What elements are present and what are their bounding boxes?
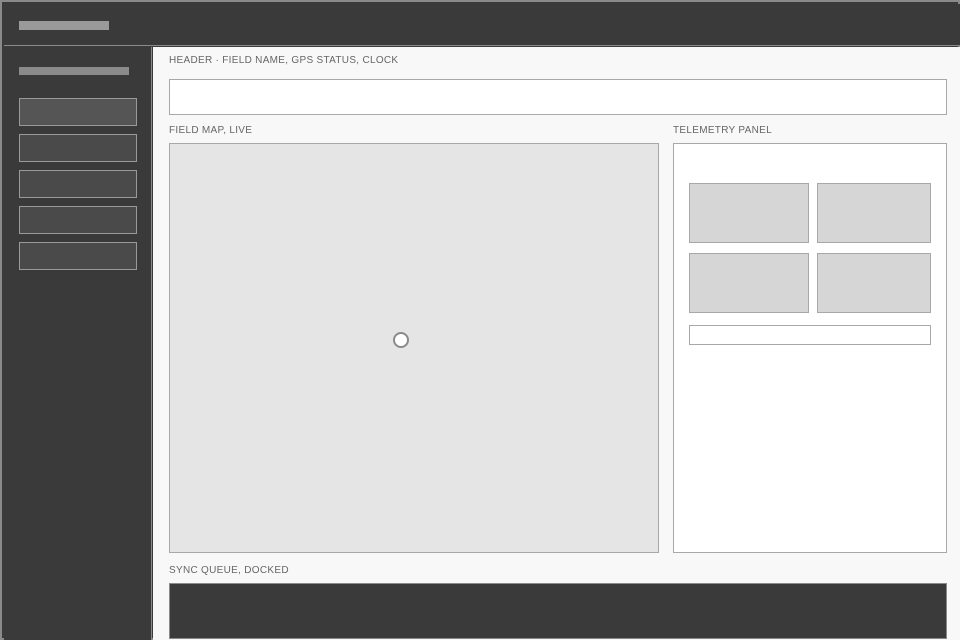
main-content: HEADER · FIELD NAME, GPS STATUS, CLOCK F… bbox=[153, 47, 960, 640]
location-marker-icon[interactable] bbox=[393, 332, 409, 348]
telemetry-tile-4 bbox=[817, 253, 931, 313]
field-map-label: FIELD MAP, LIVE bbox=[169, 125, 253, 136]
sync-queue-dock bbox=[169, 583, 947, 639]
sidebar-nav-item-1[interactable] bbox=[19, 98, 137, 126]
sync-queue-label: SYNC QUEUE, DOCKED bbox=[169, 565, 289, 576]
telemetry-tile-3 bbox=[689, 253, 809, 313]
top-app-bar bbox=[4, 4, 960, 46]
app-window: HEADER · FIELD NAME, GPS STATUS, CLOCK F… bbox=[0, 0, 960, 640]
sidebar-heading-placeholder bbox=[19, 67, 129, 75]
sidebar-nav-item-5[interactable] bbox=[19, 242, 137, 270]
sidebar-nav-item-3[interactable] bbox=[19, 170, 137, 198]
sidebar bbox=[4, 47, 152, 640]
app-title-placeholder bbox=[19, 21, 109, 30]
field-map[interactable] bbox=[169, 143, 659, 553]
telemetry-status-bar bbox=[689, 325, 931, 345]
sidebar-nav-item-4[interactable] bbox=[19, 206, 137, 234]
telemetry-tile-1 bbox=[689, 183, 809, 243]
sidebar-nav-item-2[interactable] bbox=[19, 134, 137, 162]
telemetry-panel bbox=[673, 143, 947, 553]
header-section-label: HEADER · FIELD NAME, GPS STATUS, CLOCK bbox=[169, 55, 399, 66]
telemetry-panel-label: TELEMETRY PANEL bbox=[673, 125, 772, 136]
telemetry-tile-2 bbox=[817, 183, 931, 243]
header-bar bbox=[169, 79, 947, 115]
